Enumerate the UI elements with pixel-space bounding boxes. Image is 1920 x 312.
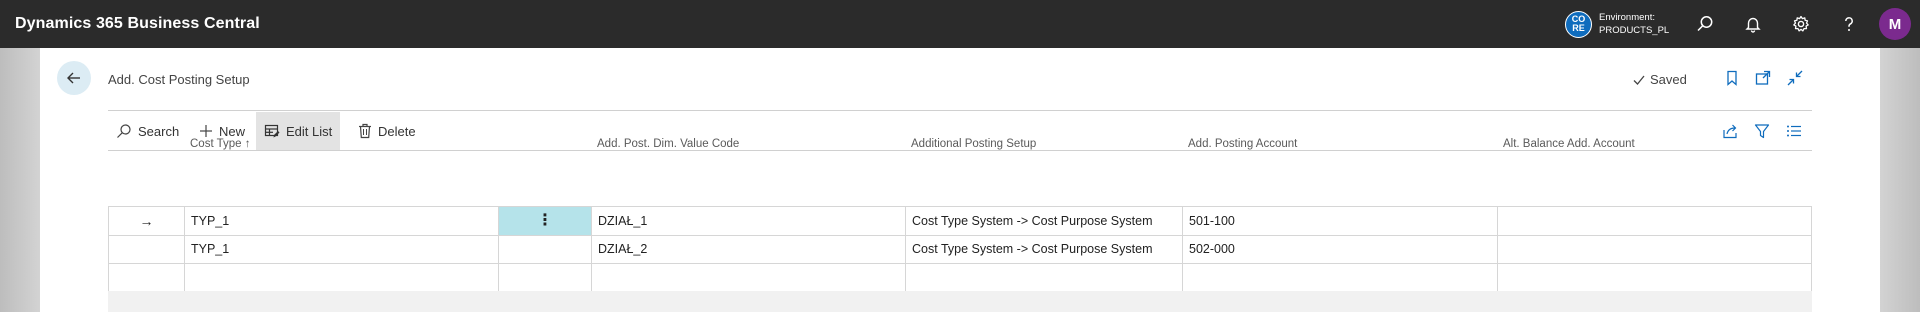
background-left (0, 48, 40, 312)
gear-icon[interactable] (1777, 0, 1825, 48)
grid-footer (108, 291, 1812, 312)
avatar-initial: M (1888, 15, 1902, 33)
back-button[interactable] (57, 61, 91, 95)
row-indicator-cell[interactable] (109, 235, 185, 264)
search-icon[interactable] (1681, 0, 1729, 48)
add-posting-account-cell[interactable]: 502-000 (1183, 235, 1498, 264)
row-indicator-cell[interactable] (109, 263, 185, 292)
column-header-cost-type[interactable]: Cost Type ↑ (190, 138, 251, 150)
page-title: Add. Cost Posting Setup (108, 72, 250, 87)
table-row[interactable]: → TYP_1 ⋮ DZIAŁ_1 Cost Type System -> Co… (109, 207, 1813, 236)
row-actions-cell[interactable] (499, 235, 592, 264)
alt-balance-account-cell[interactable] (1498, 235, 1812, 264)
dim-value-code-cell[interactable]: DZIAŁ_2 (592, 235, 906, 264)
cost-type-cell[interactable] (185, 263, 499, 292)
column-header-alt-balance-account[interactable]: Alt. Balance Add. Account (1503, 138, 1635, 150)
arrow-left-icon (67, 72, 80, 84)
bell-icon[interactable] (1729, 0, 1777, 48)
collapse-icon[interactable] (1785, 68, 1805, 88)
additional-posting-setup-cell[interactable] (906, 263, 1183, 292)
table-row[interactable]: TYP_1 DZIAŁ_2 Cost Type System -> Cost P… (109, 235, 1813, 264)
additional-posting-setup-cell[interactable]: Cost Type System -> Cost Purpose System (906, 235, 1183, 264)
alt-balance-account-cell[interactable] (1498, 207, 1812, 236)
column-header-dim-value-code[interactable]: Add. Post. Dim. Value Code (597, 138, 739, 150)
dim-value-code-cell[interactable] (592, 263, 906, 292)
dim-value-code-cell[interactable]: DZIAŁ_1 (592, 207, 906, 236)
top-bar: Dynamics 365 Business Central CO RE Envi… (0, 0, 1920, 48)
grid-header-row: Cost Type ↑ Add. Post. Dim. Value Code A… (68, 130, 1772, 159)
bookmark-icon[interactable] (1722, 68, 1742, 88)
environment-label: Environment: (1599, 12, 1655, 23)
app-title[interactable]: Dynamics 365 Business Central (15, 15, 260, 33)
row-selected-indicator[interactable]: → (109, 207, 185, 236)
environment-badge[interactable]: CO RE (1565, 10, 1592, 38)
saved-label: Saved (1650, 72, 1687, 87)
additional-posting-setup-cell[interactable]: Cost Type System -> Cost Purpose System (906, 207, 1183, 236)
column-header-add-posting-account[interactable]: Add. Posting Account (1188, 138, 1297, 150)
help-icon[interactable] (1825, 0, 1873, 48)
background-right (1880, 48, 1920, 312)
cost-type-cell[interactable]: TYP_1 (185, 207, 499, 236)
add-posting-account-cell[interactable]: 501-100 (1183, 207, 1498, 236)
add-posting-account-cell[interactable] (1183, 263, 1498, 292)
checkmark-icon (1633, 75, 1645, 85)
list-view-icon[interactable] (1784, 121, 1804, 141)
environment-info[interactable]: Environment: PRODUCTS_PL (1599, 11, 1681, 37)
user-avatar[interactable]: M (1879, 8, 1911, 40)
sort-ascending-icon: ↑ (244, 138, 251, 150)
env-badge-line2: RE (1572, 23, 1585, 33)
data-grid: Cost Type ↑ Add. Post. Dim. Value Code A… (68, 130, 1772, 159)
cost-type-header-label: Cost Type (190, 138, 242, 150)
open-new-window-icon[interactable] (1753, 68, 1773, 88)
column-header-additional-posting-setup[interactable]: Additional Posting Setup (911, 138, 1036, 150)
alt-balance-account-cell[interactable] (1498, 263, 1812, 292)
row-actions-menu[interactable]: ⋮ (499, 207, 592, 236)
row-actions-cell[interactable] (499, 263, 592, 292)
grid-body: → TYP_1 ⋮ DZIAŁ_1 Cost Type System -> Co… (108, 206, 1812, 300)
environment-name: PRODUCTS_PL (1599, 25, 1670, 36)
cost-type-cell[interactable]: TYP_1 (185, 235, 499, 264)
saved-status: Saved (1632, 72, 1687, 87)
new-entry-row[interactable] (109, 263, 1813, 292)
